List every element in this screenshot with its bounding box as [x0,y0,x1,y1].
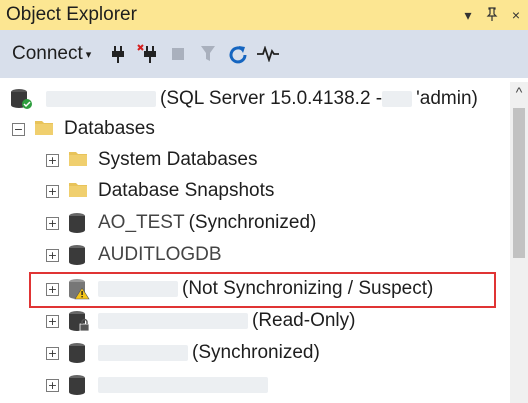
close-icon[interactable]: × [504,7,528,23]
tree-node-system-databases[interactable]: + System Databases [46,145,257,175]
database-warning-icon [68,278,90,300]
tree-node-database-readonly[interactable]: + (Read-Only) [46,306,355,336]
object-explorer-toolbar: Connect ▾ [0,30,528,78]
server-icon [10,88,34,110]
redacted-user-name [382,91,413,107]
database-icon [68,244,88,266]
connect-button[interactable]: Connect ▾ [12,43,91,65]
redacted-database-name [98,377,268,393]
scroll-up-icon[interactable]: ^ [510,82,528,102]
tree-node-database[interactable]: + AUDITLOGDB [46,240,222,270]
window-position-dropdown-icon[interactable]: ▾ [456,7,480,24]
vertical-scrollbar[interactable]: ^ [510,82,528,403]
tree-node-database[interactable]: + [46,370,272,400]
database-icon [68,212,88,234]
disconnect-icon[interactable] [135,41,161,67]
node-label: (Not Synchronizing / Suspect) [182,278,434,299]
redacted-database-name [98,345,188,361]
node-label: System Databases [98,149,258,170]
redacted-server-name [46,91,156,107]
databases-label: Databases [64,118,155,139]
tree-node-server[interactable]: (SQL Server 15.0.4138.2 - 'admin) [10,84,478,114]
server-label-suffix: 'admin) [416,88,478,109]
database-name-partial: AO_TEST [98,212,185,233]
object-explorer-titlebar: Object Explorer ▾ × [0,0,528,30]
redacted-database-name [98,313,248,329]
tree-node-database[interactable]: + AO_TEST (Synchronized) [46,208,316,238]
expand-icon[interactable]: + [46,216,59,230]
expand-icon[interactable]: + [46,153,59,167]
connect-icon[interactable] [105,41,131,67]
tree-node-database-snapshots[interactable]: + Database Snapshots [46,176,274,206]
node-label: AUDITLOGDB [98,244,222,265]
database-lock-icon [68,310,90,332]
pin-icon[interactable] [480,6,504,24]
expand-icon[interactable]: + [46,184,59,198]
tree-node-database-suspect[interactable]: + (Not Synchronizing / Suspect) [46,274,433,304]
database-icon [68,374,88,396]
expand-icon[interactable]: + [46,282,59,296]
panel-title: Object Explorer [6,4,137,25]
stop-icon [165,41,191,67]
scrollbar-thumb[interactable] [513,108,525,258]
server-label: (SQL Server 15.0.4138.2 - [160,88,383,109]
expand-icon[interactable]: + [46,314,59,328]
filter-icon [195,41,221,67]
redacted-database-name [98,281,178,297]
activity-monitor-icon[interactable] [255,41,281,67]
chevron-down-icon: ▾ [85,48,92,61]
expand-icon[interactable]: + [46,378,59,392]
refresh-icon[interactable] [225,41,251,67]
node-label: (Synchronized) [188,212,317,233]
folder-icon [34,118,54,140]
database-icon [68,342,88,364]
connect-label: Connect [12,43,83,64]
node-label: Database Snapshots [98,180,275,201]
expand-icon[interactable]: + [46,346,59,360]
node-label: (Synchronized) [192,342,320,363]
node-label: (Read-Only) [252,310,356,331]
folder-icon [68,149,88,171]
expand-icon[interactable]: + [46,248,59,262]
collapse-icon[interactable]: − [12,122,25,136]
folder-icon [68,180,88,202]
tree-node-database[interactable]: + (Synchronized) [46,338,320,368]
tree-node-databases[interactable]: − Databases [12,114,155,144]
